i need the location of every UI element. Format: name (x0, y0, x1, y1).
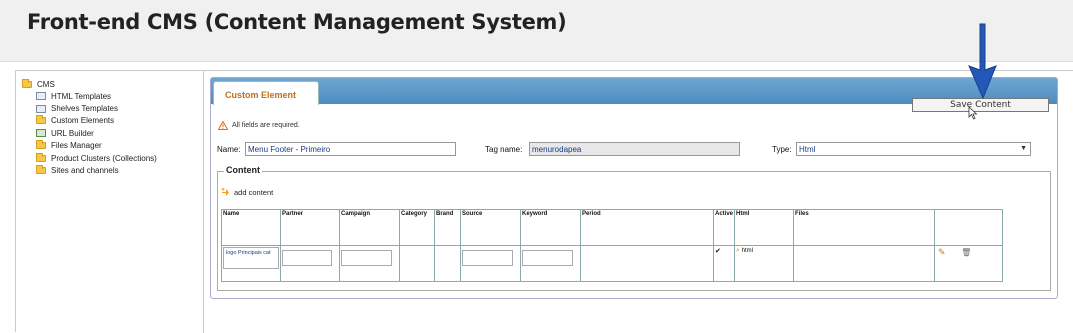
tag-name-label: Tag name: (485, 145, 523, 154)
row-actions-cell: ✎ 🗑 (934, 245, 1004, 282)
type-label: Type: (772, 145, 792, 154)
column-header: Brand (434, 209, 461, 246)
trash-icon[interactable]: 🗑 (961, 248, 971, 257)
sidebar-item-label: Shelves Templates (51, 104, 118, 114)
type-select[interactable]: Html ▼ (796, 142, 1031, 156)
row-category-cell (399, 245, 435, 282)
edit-folder-icon (36, 115, 46, 125)
sidebar-item-shelves-templates[interactable]: Shelves Templates (22, 102, 203, 114)
sidebar-item-label: Sites and channels (51, 166, 119, 176)
template-icon (36, 104, 46, 113)
column-header: Partner (280, 209, 340, 246)
table-row: logo Principais cat ✔ ⌕ html ✎ 🗑 (221, 245, 1004, 282)
tree-root-cms[interactable]: CMS (22, 79, 203, 90)
content-fieldset: Content add content Name Partner Campaig… (217, 165, 1051, 291)
tag-name-field[interactable]: menurodapea (529, 142, 740, 156)
column-header: Campaign (339, 209, 400, 246)
folder-open-icon (22, 79, 32, 88)
row-period-cell (580, 245, 714, 282)
tab-custom-element[interactable]: Custom Element (213, 81, 319, 105)
sidebar-item-product-clusters[interactable]: Product Clusters (Collections) (22, 152, 203, 164)
sidebar-tree: CMS HTML Templates Shelves Templates Cus… (16, 71, 204, 333)
content-legend: Content (224, 165, 262, 175)
add-content-label: add content (234, 188, 274, 197)
custom-element-panel: Custom Element Save Content All fields a… (210, 77, 1058, 299)
row-files-cell (793, 245, 936, 282)
sidebar-item-custom-elements[interactable]: Custom Elements (22, 115, 203, 127)
tree-root-label: CMS (37, 80, 55, 89)
column-header: Keyword (520, 209, 581, 246)
search-icon[interactable]: ⌕ (736, 247, 740, 254)
sidebar-item-label: Product Clusters (Collections) (51, 153, 157, 163)
type-value: Html (799, 145, 816, 154)
column-header: Name (221, 209, 281, 246)
table-header-row: Name Partner Campaign Category Brand Sou… (221, 209, 1004, 246)
add-icon (221, 188, 229, 196)
sidebar-item-label: Files Manager (51, 141, 102, 151)
url-icon (36, 129, 46, 138)
source-input[interactable] (462, 250, 514, 266)
column-header: Active (712, 209, 736, 246)
row-partner-cell (280, 245, 340, 282)
html-link[interactable]: html (742, 248, 753, 254)
row-name-cell[interactable]: logo Principais cat (221, 245, 281, 282)
mouse-cursor-icon (968, 106, 978, 120)
row-source-cell (460, 245, 521, 282)
row-keyword-cell (520, 245, 581, 282)
partner-input[interactable] (282, 250, 333, 266)
sidebar-item-url-builder[interactable]: URL Builder (22, 127, 203, 139)
sidebar-item-html-templates[interactable]: HTML Templates (22, 90, 203, 102)
sidebar-item-label: Custom Elements (51, 116, 115, 126)
template-icon (36, 92, 46, 101)
folder-icon (36, 152, 46, 162)
warning-text: All fields are required. (232, 122, 300, 129)
folder-icon (36, 140, 46, 150)
sidebar-item-label: HTML Templates (51, 91, 112, 101)
column-header: Source (460, 209, 521, 246)
edit-pencil-icon[interactable]: ✎ (938, 247, 946, 257)
chevron-down-icon: ▼ (1020, 145, 1027, 152)
column-header: Period (580, 209, 714, 246)
warning-icon (218, 121, 228, 130)
campaign-input[interactable] (341, 250, 393, 266)
arrow-down-icon (968, 23, 997, 100)
active-checkbox[interactable]: ✔ (712, 245, 736, 282)
content-table: Name Partner Campaign Category Brand Sou… (221, 209, 1004, 282)
row-name-input[interactable]: logo Principais cat (223, 247, 279, 269)
row-brand-cell (434, 245, 461, 282)
folder-icon (36, 165, 46, 175)
column-header: Html (734, 209, 795, 246)
main-container: CMS HTML Templates Shelves Templates Cus… (15, 70, 1073, 333)
column-header (934, 209, 1004, 246)
keyword-input[interactable] (522, 250, 574, 266)
app-header: Front-end CMS (Content Management System… (0, 0, 1073, 62)
row-html-cell[interactable]: ⌕ html (734, 245, 795, 282)
page-title: Front-end CMS (Content Management System… (27, 10, 567, 34)
name-label: Name: (217, 145, 241, 154)
sidebar-item-files-manager[interactable]: Files Manager (22, 140, 203, 152)
add-content-link[interactable]: add content (221, 188, 273, 197)
name-field[interactable]: Menu Footer - Primeiro (245, 142, 456, 156)
column-header: Files (793, 209, 936, 246)
column-header: Category (399, 209, 435, 246)
row-campaign-cell (339, 245, 400, 282)
sidebar-item-sites-channels[interactable]: Sites and channels (22, 164, 203, 176)
required-warning: All fields are required. (218, 121, 300, 130)
sidebar-item-label: URL Builder (51, 128, 94, 138)
